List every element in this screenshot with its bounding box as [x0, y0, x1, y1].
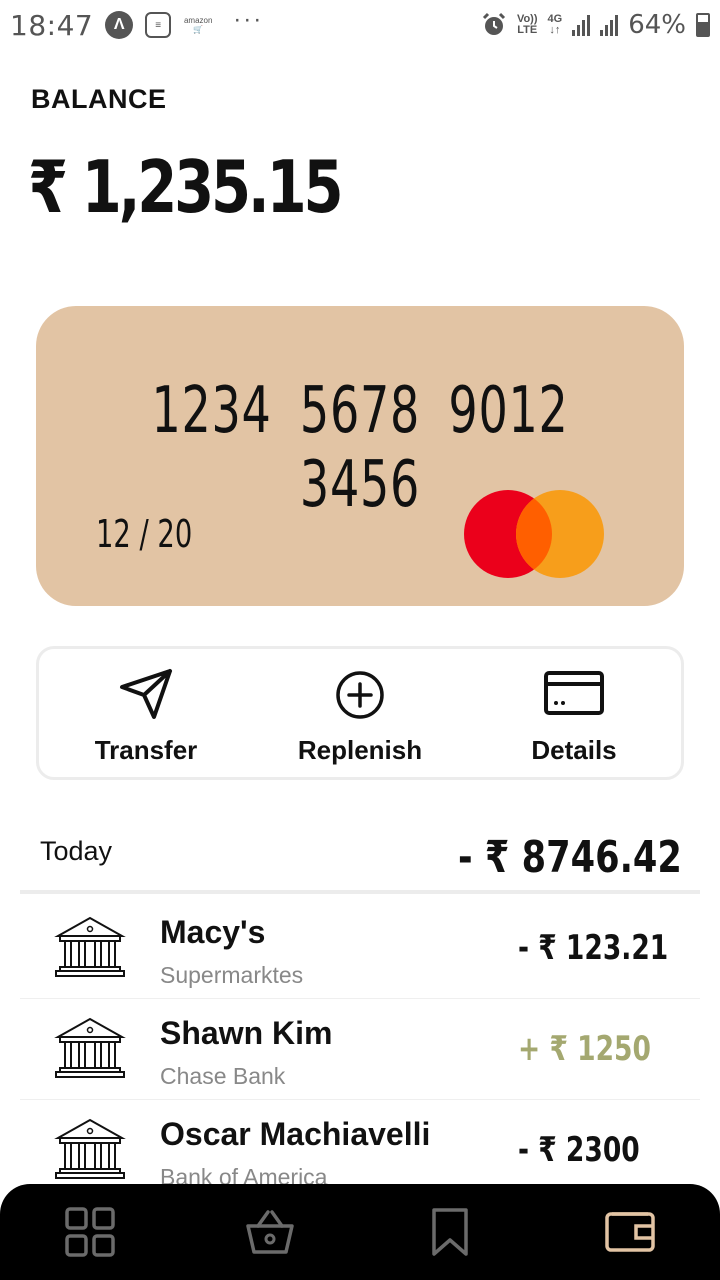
volte-bottom-label: LTE — [517, 24, 538, 36]
card-actions: Transfer Replenish Details — [36, 646, 684, 780]
balance-label: BALANCE — [31, 84, 167, 114]
transaction-subtitle: Chase Bank — [160, 1063, 286, 1089]
transaction-name: Oscar Machiavelli — [160, 1116, 431, 1152]
status-bar: 18:47 Λ ≡ amazon 🛒 ··· Vo)) LTE 4G ↓↑ 64% — [0, 0, 720, 50]
transaction-name: Shawn Kim — [160, 1015, 333, 1051]
network-arrows-label: ↓↑ — [549, 24, 561, 36]
nav-saved[interactable] — [405, 1197, 495, 1267]
details-button[interactable]: Details — [467, 649, 681, 777]
replenish-label: Replenish — [297, 735, 423, 765]
bottom-nav — [0, 1184, 720, 1280]
transfer-button[interactable]: Transfer — [39, 649, 253, 777]
bank-icon — [54, 1118, 126, 1179]
today-label: Today — [40, 836, 113, 866]
status-time: 18:47 — [10, 8, 94, 42]
app-notification-icon: Λ — [105, 11, 134, 39]
transfer-label: Transfer — [94, 735, 198, 765]
basket-icon — [246, 1210, 294, 1254]
amazon-label: amazon — [183, 16, 213, 25]
transaction-list: Macy's Supermarktes - ₹ 123.21 Shawn Kim… — [20, 898, 700, 1201]
details-label: Details — [531, 735, 617, 765]
transaction-row[interactable]: Macy's Supermarktes - ₹ 123.21 — [20, 898, 700, 999]
send-icon — [120, 669, 172, 719]
nav-home[interactable] — [45, 1197, 135, 1267]
plus-circle-icon — [336, 671, 384, 719]
card-expiry: 12 / 20 — [96, 512, 193, 556]
signal-2-icon — [600, 14, 619, 36]
bookmark-icon — [432, 1208, 468, 1256]
bank-icon — [54, 916, 126, 977]
mastercard-logo — [464, 490, 604, 578]
transaction-name: Macy's — [160, 914, 266, 950]
signal-1-icon — [572, 14, 591, 36]
notification-icons: Λ ≡ amazon 🛒 ··· — [105, 6, 263, 39]
nav-wallet[interactable] — [585, 1197, 675, 1267]
more-notifications-icon: ··· — [233, 6, 264, 33]
battery-percent: 64% — [628, 10, 686, 40]
balance-amount: ₹ 1,235.15 — [28, 145, 344, 229]
alarm-icon — [482, 12, 505, 35]
bank-card[interactable]: 1234 5678 9012 3456 12 / 20 — [36, 306, 684, 606]
transaction-subtitle: Supermarktes — [160, 962, 304, 988]
transaction-row[interactable]: Shawn Kim Chase Bank + ₹ 1250 — [20, 999, 700, 1100]
volte-indicator: Vo)) LTE — [517, 14, 538, 36]
transaction-amount: - ₹ 123.21 — [518, 928, 669, 968]
system-icons: Vo)) LTE 4G ↓↑ 64% — [481, 10, 710, 40]
amazon-notification-icon: amazon 🛒 — [183, 16, 213, 34]
network-type-indicator: 4G ↓↑ — [548, 14, 563, 36]
transaction-amount: + ₹ 1250 — [518, 1029, 651, 1069]
calculator-notification-icon: ≡ — [145, 12, 172, 38]
today-header: Today - ₹ 8746.42 — [20, 828, 700, 894]
transaction-amount: - ₹ 2300 — [518, 1130, 640, 1170]
grid-icon — [65, 1207, 115, 1257]
wallet-icon — [605, 1212, 655, 1252]
replenish-button[interactable]: Replenish — [253, 649, 467, 777]
today-total: - ₹ 8746.42 — [458, 832, 682, 883]
bank-icon — [54, 1017, 126, 1078]
card-icon — [544, 671, 604, 715]
nav-shop[interactable] — [225, 1197, 315, 1267]
battery-icon — [696, 13, 710, 37]
